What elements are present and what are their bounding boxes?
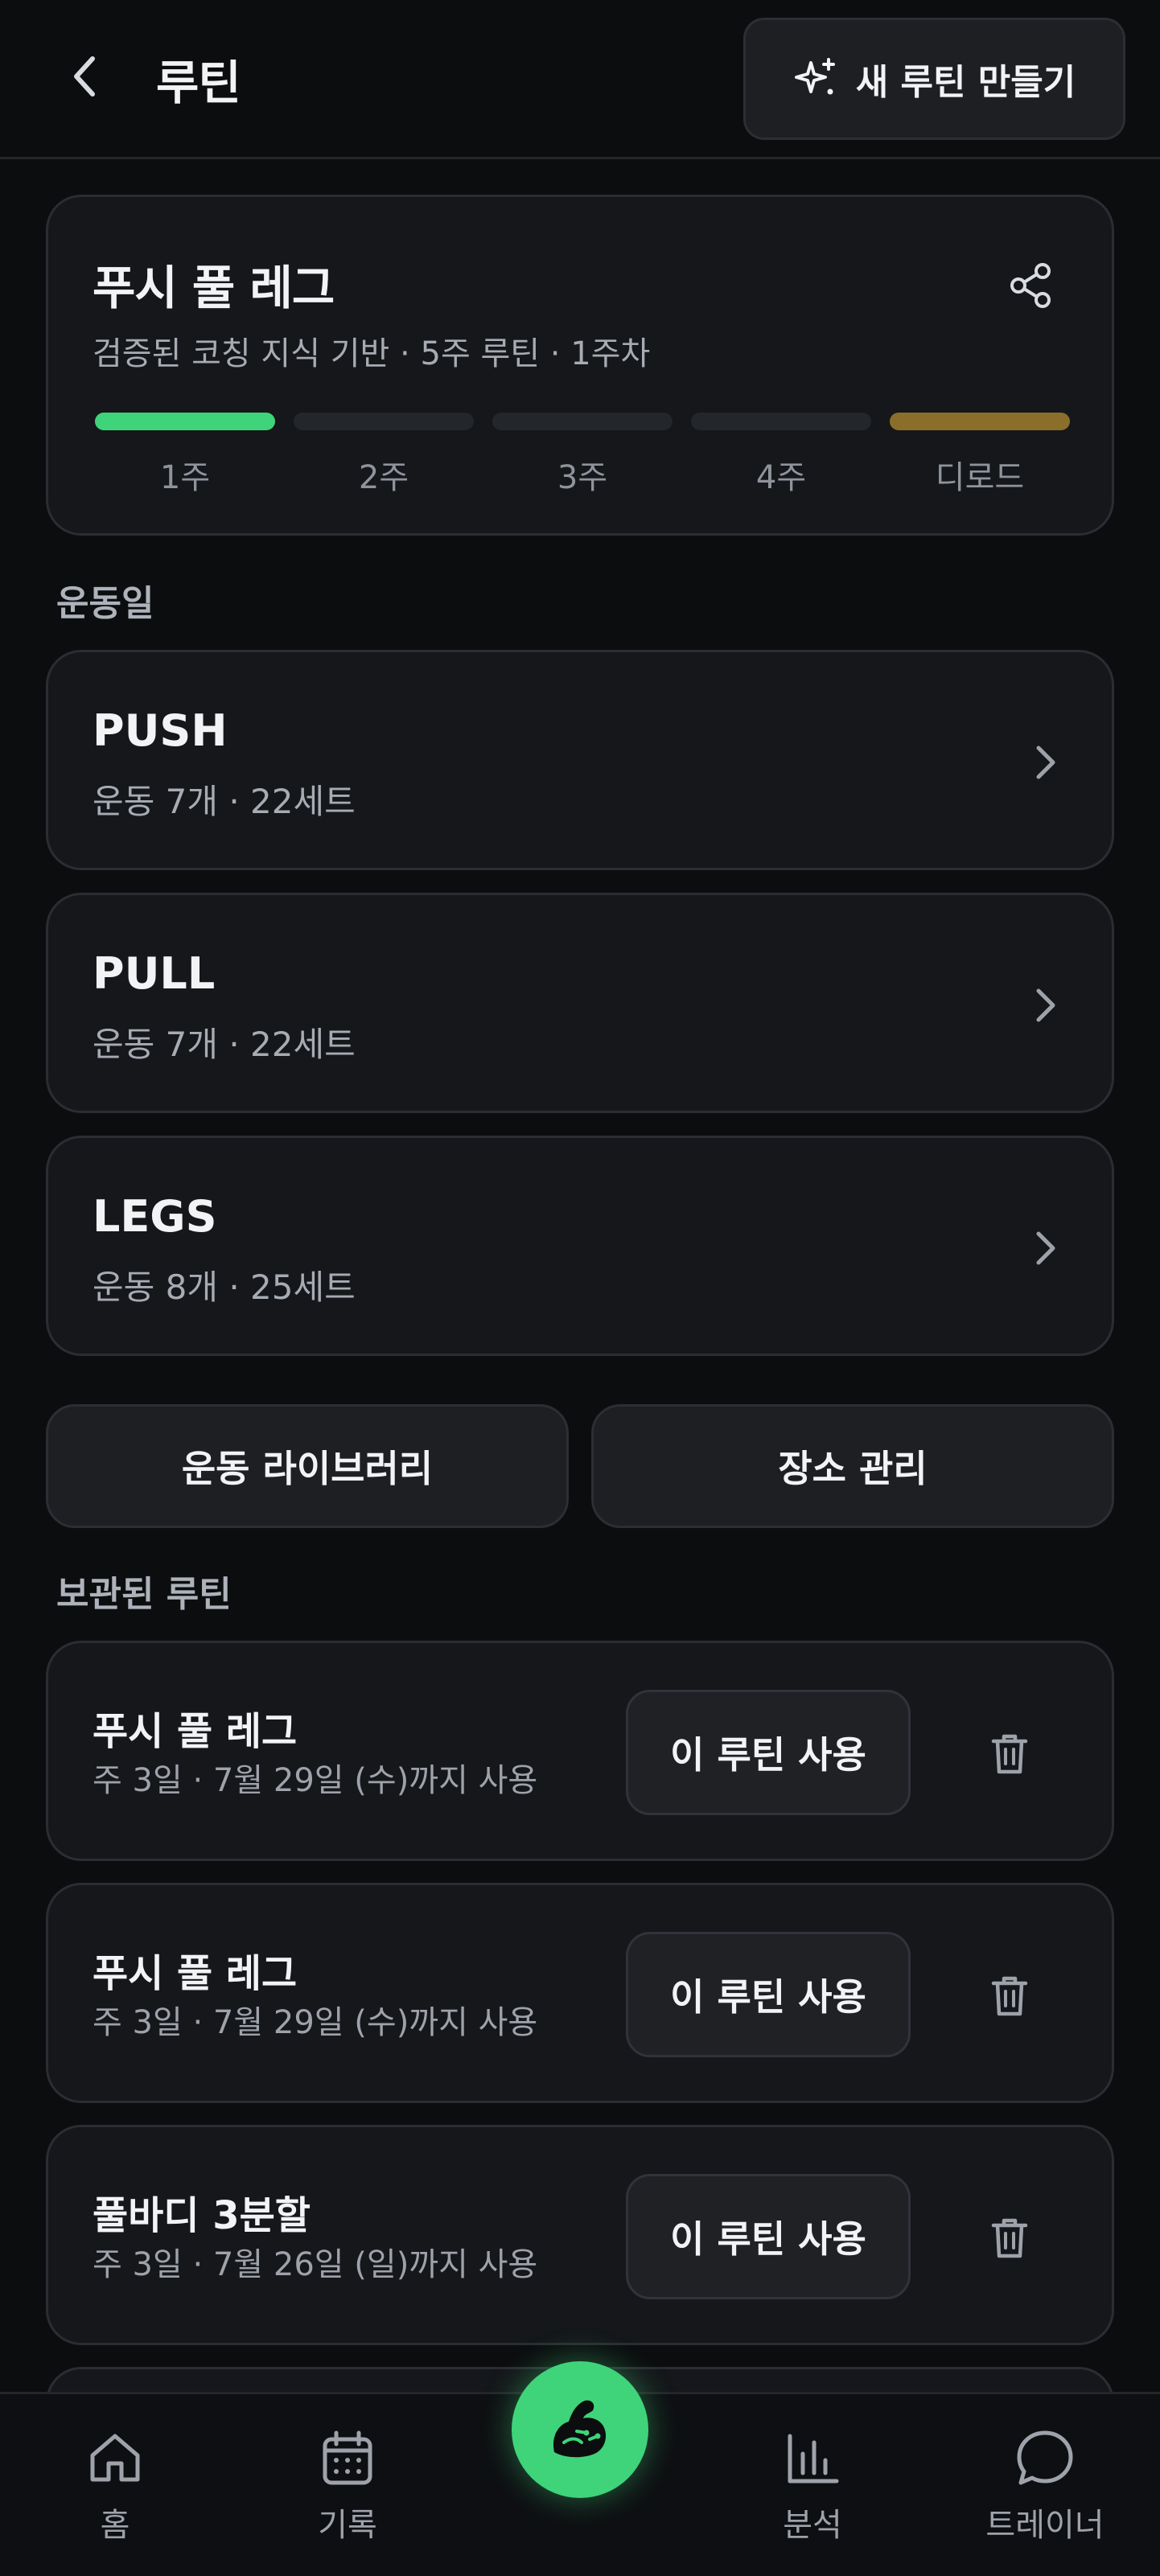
routine-name: 푸시 풀 레그	[93, 1709, 298, 1754]
new-routine-label: 새 루틴 만들기	[855, 62, 1076, 103]
routine-name: 풀바디 3분할	[93, 2193, 311, 2238]
archived-routine-card: 푸시 풀 레그 주 3일 · 7월 29일 (수)까지 사용 이 루틴 사용	[46, 1641, 1114, 1861]
week-bar	[691, 413, 871, 430]
center-workout-button[interactable]	[512, 2361, 648, 2498]
new-routine-button[interactable]: 새 루틴 만들기	[743, 18, 1125, 140]
week-2: 2주	[294, 413, 474, 498]
routine-summary: 주 3일 · 7월 26일 (일)까지 사용	[93, 2246, 538, 2283]
workout-day-card[interactable]: PULL 운동 7개 · 22세트	[46, 893, 1114, 1113]
manage-places-button[interactable]: 장소 관리	[591, 1404, 1114, 1528]
nav-trainer-label: 트레이너	[985, 2507, 1104, 2544]
week-1: 1주	[95, 413, 275, 498]
trash-icon	[991, 1734, 1028, 1774]
workout-day-card[interactable]: LEGS 운동 8개 · 25세트	[46, 1136, 1114, 1356]
exercise-library-button[interactable]: 운동 라이브러리	[46, 1404, 569, 1528]
app-header: 루틴 새 루틴 만들기	[0, 0, 1160, 159]
chevron-left-icon	[74, 56, 95, 97]
calendar-icon	[315, 2426, 380, 2491]
chevron-right-icon	[1022, 738, 1070, 787]
back-button[interactable]	[56, 48, 113, 105]
day-summary: 운동 7개 · 22세트	[93, 782, 356, 821]
week-bar	[294, 413, 474, 430]
week-3: 3주	[492, 413, 673, 498]
routine-summary: 주 3일 · 7월 29일 (수)까지 사용	[93, 1762, 538, 1799]
week-progress: 1주 2주 3주 4주 디로드	[95, 413, 1070, 496]
day-summary: 운동 7개 · 22세트	[93, 1025, 356, 1064]
archived-routine-card: 푸시 풀 레그 주 3일 · 7월 29일 (수)까지 사용 이 루틴 사용	[46, 1883, 1114, 2103]
use-routine-button[interactable]: 이 루틴 사용	[626, 1690, 911, 1815]
nav-log-label: 기록	[318, 2507, 377, 2544]
program-subtitle: 검증된 코칭 지식 기반 · 5주 루틴 · 1주차	[93, 335, 651, 372]
nav-home[interactable]: 홈	[35, 2426, 195, 2555]
sparkles-icon	[794, 58, 835, 95]
chat-bubble-icon	[1013, 2426, 1077, 2491]
day-name: LEGS	[93, 1191, 217, 1242]
delete-button[interactable]	[981, 1726, 1038, 1782]
day-name: PUSH	[93, 705, 228, 756]
routine-name: 푸시 풀 레그	[93, 1951, 298, 1996]
week-label: 디로드	[935, 459, 1025, 496]
program-title: 푸시 풀 레그	[93, 261, 335, 315]
day-name: PULL	[93, 948, 216, 999]
week-bar	[492, 413, 673, 430]
week-label: 1주	[159, 459, 211, 496]
flexed-arm-icon	[553, 2400, 607, 2458]
archived-routines-heading: 보관된 루틴	[56, 1574, 232, 1615]
bar-chart-icon	[780, 2426, 845, 2491]
trash-icon	[991, 1976, 1028, 2016]
current-program-card[interactable]: 푸시 풀 레그 검증된 코칭 지식 기반 · 5주 루틴 · 1주차 1주 2주	[46, 195, 1114, 536]
trash-icon	[991, 2218, 1028, 2258]
week-4: 4주	[691, 413, 871, 498]
chevron-right-icon	[1022, 1224, 1070, 1272]
use-routine-button[interactable]: 이 루틴 사용	[626, 1932, 911, 2057]
workout-days-heading: 운동일	[56, 583, 154, 624]
week-bar	[95, 413, 275, 430]
use-routine-button[interactable]: 이 루틴 사용	[626, 2174, 911, 2299]
home-icon	[83, 2426, 147, 2491]
routine-screen: 루틴 새 루틴 만들기 푸시 풀 레그 검증된 코칭 지식 기반 · 5주 루틴…	[0, 0, 1160, 2576]
nav-log[interactable]: 기록	[267, 2426, 428, 2555]
page-title: 루틴	[156, 55, 241, 110]
archived-routine-card: 풀바디 3분할 주 3일 · 7월 26일 (일)까지 사용 이 루틴 사용	[46, 2125, 1114, 2345]
nav-analysis[interactable]: 분석	[732, 2426, 893, 2555]
week-label: 4주	[755, 459, 807, 496]
week-label: 2주	[358, 459, 409, 496]
share-icon	[1010, 263, 1051, 308]
share-button[interactable]	[999, 253, 1063, 318]
delete-button[interactable]	[981, 2210, 1038, 2266]
week-label: 3주	[557, 459, 608, 496]
day-summary: 운동 8개 · 25세트	[93, 1267, 356, 1307]
nav-analysis-label: 분석	[783, 2507, 842, 2544]
chevron-right-icon	[1022, 981, 1070, 1029]
week-bar	[890, 413, 1070, 430]
nav-trainer[interactable]: 트레이너	[965, 2426, 1125, 2555]
routine-summary: 주 3일 · 7월 29일 (수)까지 사용	[93, 2004, 538, 2041]
nav-home-label: 홈	[100, 2507, 130, 2544]
week-deload: 디로드	[890, 413, 1070, 498]
workout-day-card[interactable]: PUSH 운동 7개 · 22세트	[46, 650, 1114, 870]
delete-button[interactable]	[981, 1968, 1038, 2024]
